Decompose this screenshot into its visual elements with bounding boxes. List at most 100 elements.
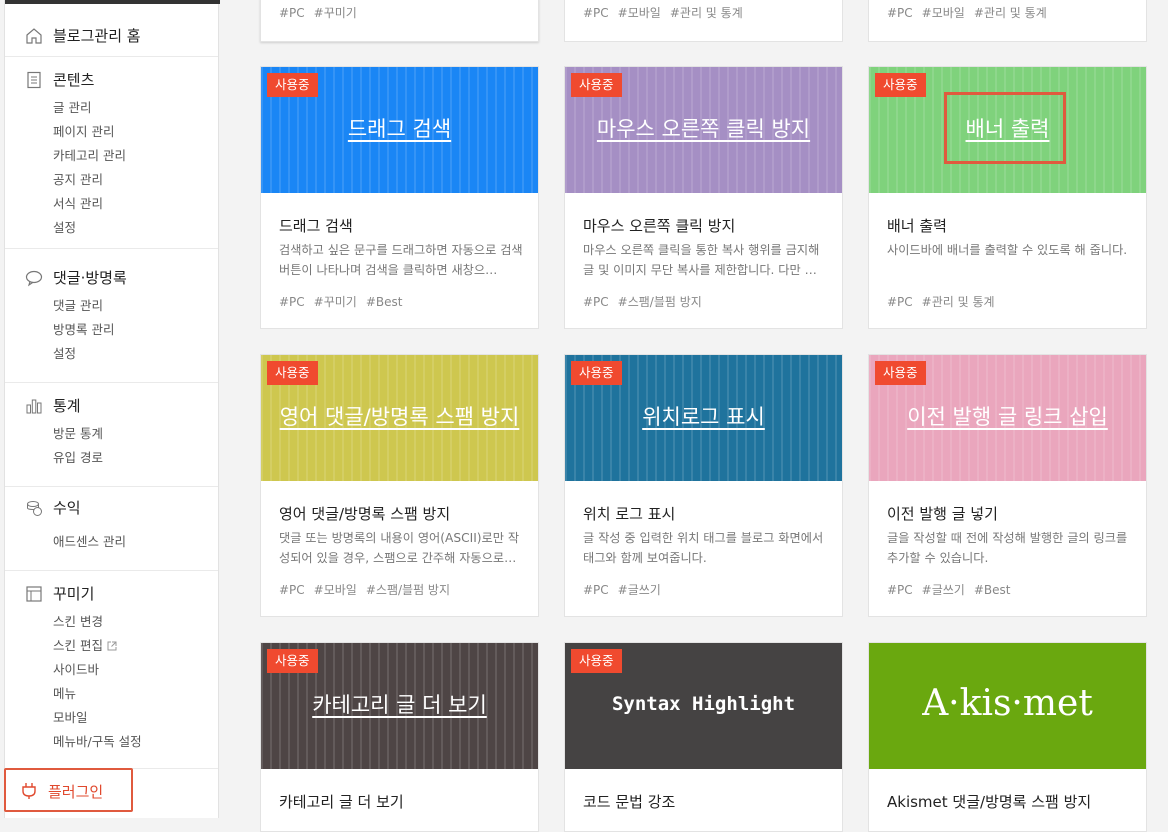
sidebar-item-category-manage[interactable]: 카테고리 관리 [5, 144, 218, 168]
thumbnail-title: 위치로그 표시 [642, 405, 765, 429]
sidebar-item-sidebar[interactable]: 사이드바 [5, 658, 218, 682]
tag: #모바일 [313, 583, 357, 597]
tag: #PC [583, 6, 609, 20]
sidebar-section-title: 수익 [53, 499, 81, 517]
highlight-box [944, 92, 1066, 164]
plugin-card-partial[interactable]: #PC #모바일 #관리 및 통계 [868, 0, 1147, 42]
sidebar-item-contents[interactable]: 콘텐츠 [5, 68, 218, 92]
card-name: 드래그 검색 [279, 217, 353, 235]
plugin-card-location-log[interactable]: 사용중 위치로그 표시 위치 로그 표시 글 작성 중 입력한 위치 태그를 블… [564, 354, 843, 617]
sidebar-section-design: 꾸미기 스킨 변경 스킨 편집 사이드바 메뉴 모바일 메뉴바/구독 설정 [5, 582, 218, 768]
sidebar-item-page-manage[interactable]: 페이지 관리 [5, 120, 218, 144]
card-description: 사이드바에 배너를 출력할 수 있도록 해 줍니다. [887, 243, 1128, 257]
tag: #Best [973, 583, 1011, 597]
sidebar-section-stats: 통계 방문 통계 유입 경로 [5, 394, 218, 487]
tag: #PC [583, 583, 609, 597]
thumbnail-title: 이전 발행 글 링크 삽입 [907, 405, 1108, 429]
tag: #관리 및 통계 [921, 295, 995, 309]
plugin-card-english-spam[interactable]: 사용중 영어 댓글/방명록 스팸 방지 영어 댓글/방명록 스팸 방지 댓글 또… [260, 354, 539, 617]
tag: #PC [887, 6, 913, 20]
plugin-card-syntax-highlight[interactable]: 사용중 Syntax Highlight 코드 문법 강조 [564, 642, 843, 832]
sidebar-item-plugin[interactable]: 플러그인 [4, 768, 133, 812]
sidebar-item-adsense[interactable]: 애드센스 관리 [5, 530, 218, 554]
plugin-card-right-click-block[interactable]: 사용중 마우스 오른쪽 클릭 방지 마우스 오른쪽 클릭 방지 마우스 오른쪽 … [564, 66, 843, 329]
card-thumbnail: 사용중 마우스 오른쪽 클릭 방지 [565, 67, 842, 193]
tag: #Best [365, 295, 403, 309]
plugin-card-banner[interactable]: 사용중 배너 출력 배너 출력 사이드바에 배너를 출력할 수 있도록 해 줍니… [868, 66, 1147, 329]
in-use-badge: 사용중 [875, 73, 926, 97]
tag: #PC [887, 295, 913, 309]
sidebar-item-menubar[interactable]: 메뉴바/구독 설정 [5, 730, 218, 754]
sidebar-item-comment-settings[interactable]: 설정 [5, 342, 218, 366]
plugin-card-partial[interactable]: #PC #꾸미기 [260, 0, 539, 42]
tag: #PC [279, 295, 305, 309]
tag: #글쓰기 [921, 583, 965, 597]
sidebar-plugin-label: 플러그인 [48, 783, 104, 801]
sidebar-item-home[interactable]: 블로그관리 홈 [5, 16, 218, 57]
sidebar-item-comment-manage[interactable]: 댓글 관리 [5, 294, 218, 318]
sidebar-item-template-manage[interactable]: 서식 관리 [5, 192, 218, 216]
in-use-badge: 사용중 [267, 361, 318, 385]
tag: #PC [583, 295, 609, 309]
card-description: 마우스 오른쪽 클릭을 통한 복사 행위를 금지해 글 및 이미지 무단 복사를… [583, 243, 820, 277]
sidebar-item-revenue[interactable]: 수익 [5, 496, 218, 520]
thumbnail-title: 카테고리 글 더 보기 [312, 693, 487, 717]
card-description: 글 작성 중 입력한 위치 태그를 블로그 화면에서 태그와 함께 보여줍니다. [583, 531, 824, 565]
sidebar-section-contents: 콘텐츠 글 관리 페이지 관리 카테고리 관리 공지 관리 서식 관리 설정 [5, 68, 218, 249]
card-thumbnail: 사용중 영어 댓글/방명록 스팸 방지 [261, 355, 538, 481]
sidebar-section-title: 통계 [53, 397, 81, 415]
sidebar-section-title: 콘텐츠 [53, 71, 95, 89]
card-tags: #PC #스팸/블펌 방지 [583, 293, 711, 310]
plugin-card-category-more[interactable]: 사용중 카테고리 글 더 보기 카테고리 글 더 보기 [260, 642, 539, 832]
thumbnail-title: Syntax Highlight [611, 693, 796, 715]
tag: #관리 및 통계 [669, 6, 743, 20]
card-tags: #PC #모바일 #관리 및 통계 [583, 4, 752, 21]
sidebar-section-revenue: 수익 애드센스 관리 [5, 496, 218, 571]
sidebar-item-contents-settings[interactable]: 설정 [5, 216, 218, 240]
sidebar-item-menu[interactable]: 메뉴 [5, 682, 218, 706]
plugin-card-partial[interactable]: #PC #모바일 #관리 및 통계 [564, 0, 843, 42]
sidebar-item-skin-change[interactable]: 스킨 변경 [5, 610, 218, 634]
card-thumbnail: 사용중 이전 발행 글 링크 삽입 [869, 355, 1146, 481]
sidebar-home-label: 블로그관리 홈 [53, 27, 141, 45]
card-name: 영어 댓글/방명록 스팸 방지 [279, 505, 451, 523]
card-name: 위치 로그 표시 [583, 505, 676, 523]
sidebar-item-design[interactable]: 꾸미기 [5, 582, 218, 606]
tag: #관리 및 통계 [973, 6, 1047, 20]
skin-edit-label: 스킨 편집 [53, 638, 103, 653]
plugin-card-previous-post[interactable]: 사용중 이전 발행 글 링크 삽입 이전 발행 글 넣기 글을 작성할 때 전에… [868, 354, 1147, 617]
card-description: 글을 작성할 때 전에 작성해 발행한 글의 링크를 추가할 수 있습니다. [887, 531, 1128, 565]
sidebar-item-referrer[interactable]: 유입 경로 [5, 446, 218, 470]
tag: #스팸/블펌 방지 [617, 295, 702, 309]
sidebar-item-post-manage[interactable]: 글 관리 [5, 96, 218, 120]
sidebar-item-mobile[interactable]: 모바일 [5, 706, 218, 730]
card-tags: #PC #모바일 #관리 및 통계 [887, 4, 1056, 21]
coins-icon [27, 501, 42, 516]
sidebar-section-comments: 댓글·방명록 댓글 관리 방명록 관리 설정 [5, 266, 218, 383]
card-name: 카테고리 글 더 보기 [279, 793, 404, 811]
sidebar-item-guestbook-manage[interactable]: 방명록 관리 [5, 318, 218, 342]
in-use-badge: 사용중 [875, 361, 926, 385]
plugin-card-akismet[interactable]: A·kis·met Akismet 댓글/방명록 스팸 방지 [868, 642, 1147, 832]
card-tags: #PC #관리 및 통계 [887, 293, 1004, 310]
sidebar-item-skin-edit[interactable]: 스킨 편집 [5, 634, 218, 658]
thumbnail-title: 드래그 검색 [347, 117, 452, 141]
tag: #꾸미기 [313, 295, 357, 309]
plugin-card-drag-search[interactable]: 사용중 드래그 검색 드래그 검색 검색하고 싶은 문구를 드래그하면 자동으로… [260, 66, 539, 329]
document-icon [27, 71, 41, 89]
bar-chart-icon [26, 399, 42, 414]
tag: #꾸미기 [313, 6, 357, 20]
sidebar-item-notice-manage[interactable]: 공지 관리 [5, 168, 218, 192]
tag: #스팸/블펌 방지 [365, 583, 451, 597]
external-link-icon [107, 641, 117, 651]
thumbnail-title: 마우스 오른쪽 클릭 방지 [596, 117, 811, 141]
sidebar-item-comments[interactable]: 댓글·방명록 [5, 266, 218, 290]
sidebar: 블로그관리 홈 콘텐츠 글 관리 페이지 관리 카테고리 관리 공지 관리 서식… [4, 0, 220, 818]
card-thumbnail: 사용중 배너 출력 [869, 67, 1146, 193]
card-name: 코드 문법 강조 [583, 793, 676, 811]
tag: #PC [887, 583, 913, 597]
sidebar-item-stats[interactable]: 통계 [5, 394, 218, 418]
sidebar-item-visit-stats[interactable]: 방문 통계 [5, 422, 218, 446]
card-thumbnail: 사용중 Syntax Highlight [565, 643, 842, 769]
in-use-badge: 사용중 [267, 73, 318, 97]
